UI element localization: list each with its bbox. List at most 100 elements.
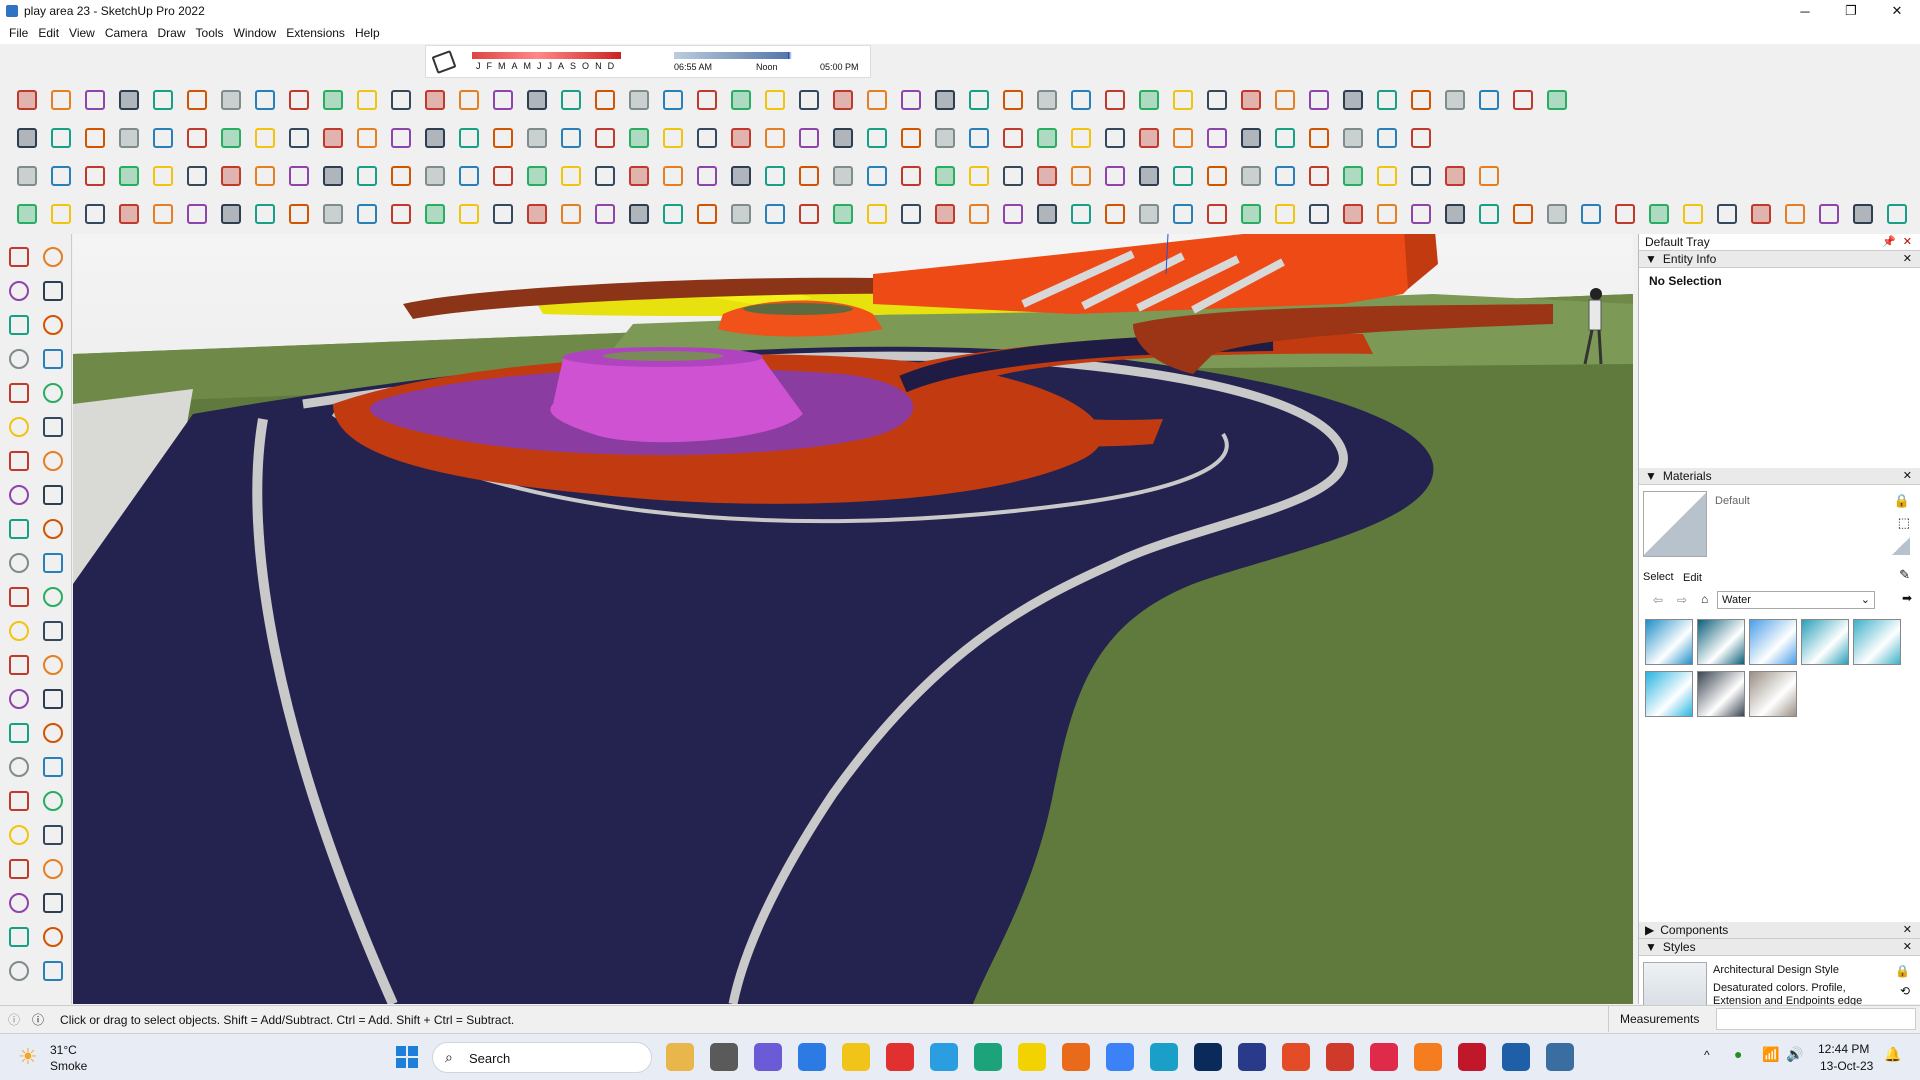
toolbar-tool-icon[interactable] [1472, 161, 1506, 191]
clock-date[interactable]: 13-Oct-23 [1820, 1059, 1873, 1073]
toolbar-tool-icon[interactable] [1268, 123, 1302, 153]
toolbar-tool-icon[interactable] [690, 161, 724, 191]
toolbar-tool-icon[interactable] [1268, 199, 1302, 229]
toolbar-tool-icon[interactable] [1880, 199, 1914, 229]
left-tool-icon[interactable] [4, 718, 34, 748]
left-tool-icon[interactable] [38, 548, 68, 578]
toolbar-tool-icon[interactable] [78, 161, 112, 191]
toolbar-tool-icon[interactable] [1234, 161, 1268, 191]
toolbar-tool-icon[interactable] [554, 123, 588, 153]
toolbar-tool-icon[interactable] [758, 123, 792, 153]
toolbar-tool-icon[interactable] [860, 199, 894, 229]
toolbar-tool-icon[interactable] [588, 199, 622, 229]
toolbar-tool-icon[interactable] [724, 123, 758, 153]
toolbar-tool-icon[interactable] [1234, 199, 1268, 229]
toolbar-tool-icon[interactable] [1778, 199, 1812, 229]
toolbar-tool-icon[interactable] [1846, 199, 1880, 229]
left-tool-icon[interactable] [38, 616, 68, 646]
tray-close-icon[interactable]: ✕ [1903, 235, 1912, 248]
taskbar-app-icon[interactable] [930, 1043, 958, 1071]
toolbar-tool-icon[interactable] [44, 123, 78, 153]
toolbar-tool-icon[interactable] [588, 161, 622, 191]
toolbar-tool-icon[interactable] [350, 123, 384, 153]
toolbar-tool-icon[interactable] [1064, 161, 1098, 191]
left-tool-icon[interactable] [4, 616, 34, 646]
toolbar-tool-icon[interactable] [180, 85, 214, 115]
left-tool-icon[interactable] [4, 310, 34, 340]
toolbar-tool-icon[interactable] [282, 161, 316, 191]
toolbar-tool-icon[interactable] [146, 199, 180, 229]
toolbar-tool-icon[interactable] [894, 199, 928, 229]
menu-view[interactable]: View [64, 26, 100, 40]
left-tool-icon[interactable] [4, 854, 34, 884]
toolbar-tool-icon[interactable] [1302, 123, 1336, 153]
toolbar-tool-icon[interactable] [1268, 85, 1302, 115]
toolbar-tool-icon[interactable] [1472, 199, 1506, 229]
taskbar-app-icon[interactable] [1282, 1043, 1310, 1071]
left-tool-icon[interactable] [38, 820, 68, 850]
toolbar-tool-icon[interactable] [826, 161, 860, 191]
wifi-icon[interactable]: 📶 [1762, 1046, 1779, 1063]
taskbar-app-icon[interactable] [710, 1043, 738, 1071]
toolbar-tool-icon[interactable] [588, 123, 622, 153]
maximize-button[interactable]: ❐ [1828, 0, 1874, 22]
left-tool-icon[interactable] [4, 684, 34, 714]
left-tool-icon[interactable] [38, 310, 68, 340]
left-tool-icon[interactable] [4, 412, 34, 442]
create-material-icon[interactable]: 🔒 [1894, 493, 1910, 509]
toolbar-tool-icon[interactable] [1370, 123, 1404, 153]
toolbar-tool-icon[interactable] [384, 123, 418, 153]
left-tool-icon[interactable] [38, 514, 68, 544]
toolbar-tool-icon[interactable] [1132, 85, 1166, 115]
toolbar-tool-icon[interactable] [452, 85, 486, 115]
toolbar-tool-icon[interactable] [962, 123, 996, 153]
material-swatch[interactable] [1697, 671, 1745, 717]
toolbar-tool-icon[interactable] [622, 199, 656, 229]
toolbar-tool-icon[interactable] [1166, 85, 1200, 115]
toolbar-tool-icon[interactable] [1370, 161, 1404, 191]
toolbar-tool-icon[interactable] [1200, 123, 1234, 153]
toolbar-tool-icon[interactable] [44, 161, 78, 191]
toolbar-tool-icon[interactable] [1234, 85, 1268, 115]
material-swatch[interactable] [1645, 619, 1693, 665]
left-tool-icon[interactable] [4, 752, 34, 782]
weather-icon[interactable]: ☀ [18, 1044, 38, 1070]
toolbar-tool-icon[interactable] [1540, 85, 1574, 115]
toolbar-tool-icon[interactable] [350, 199, 384, 229]
toolbar-tool-icon[interactable] [792, 123, 826, 153]
time-slider[interactable]: 06:55 AM Noon 05:00 PM [674, 50, 864, 74]
toolbar-tool-icon[interactable] [1166, 199, 1200, 229]
taskbar-app-icon[interactable] [1238, 1043, 1266, 1071]
left-tool-icon[interactable] [4, 888, 34, 918]
lock-icon[interactable]: 🔒 [1895, 964, 1910, 978]
shadow-toggle-icon[interactable] [431, 49, 457, 74]
material-swatch[interactable] [1749, 619, 1797, 665]
geo-location-icon[interactable]: ⓘ [8, 1011, 20, 1028]
toolbar-tool-icon[interactable] [1302, 199, 1336, 229]
toolbar-tool-icon[interactable] [1030, 161, 1064, 191]
left-tool-icon[interactable] [38, 582, 68, 612]
left-tool-icon[interactable] [38, 480, 68, 510]
toolbar-tool-icon[interactable] [724, 85, 758, 115]
toolbar-tool-icon[interactable] [1472, 85, 1506, 115]
left-tool-icon[interactable] [4, 276, 34, 306]
toolbar-tool-icon[interactable] [928, 85, 962, 115]
toolbar-tool-icon[interactable] [690, 85, 724, 115]
toolbar-tool-icon[interactable] [1030, 199, 1064, 229]
toolbar-tool-icon[interactable] [622, 161, 656, 191]
network-app-icon[interactable]: ● [1734, 1046, 1742, 1062]
taskbar-app-icon[interactable] [1502, 1043, 1530, 1071]
toolbar-tool-icon[interactable] [690, 123, 724, 153]
taskbar-search[interactable]: ⌕ Search [432, 1042, 652, 1073]
left-tool-icon[interactable] [4, 922, 34, 952]
toolbar-tool-icon[interactable] [1370, 199, 1404, 229]
menu-help[interactable]: Help [350, 26, 385, 40]
entity-info-close-icon[interactable]: ✕ [1903, 252, 1912, 265]
toolbar-tool-icon[interactable] [248, 85, 282, 115]
toolbar-tool-icon[interactable] [10, 161, 44, 191]
left-tool-icon[interactable] [4, 514, 34, 544]
library-select[interactable]: Water ⌄ [1717, 591, 1875, 609]
materials-close-icon[interactable]: ✕ [1903, 469, 1912, 482]
toolbar-tool-icon[interactable] [928, 161, 962, 191]
toolbar-tool-icon[interactable] [418, 199, 452, 229]
